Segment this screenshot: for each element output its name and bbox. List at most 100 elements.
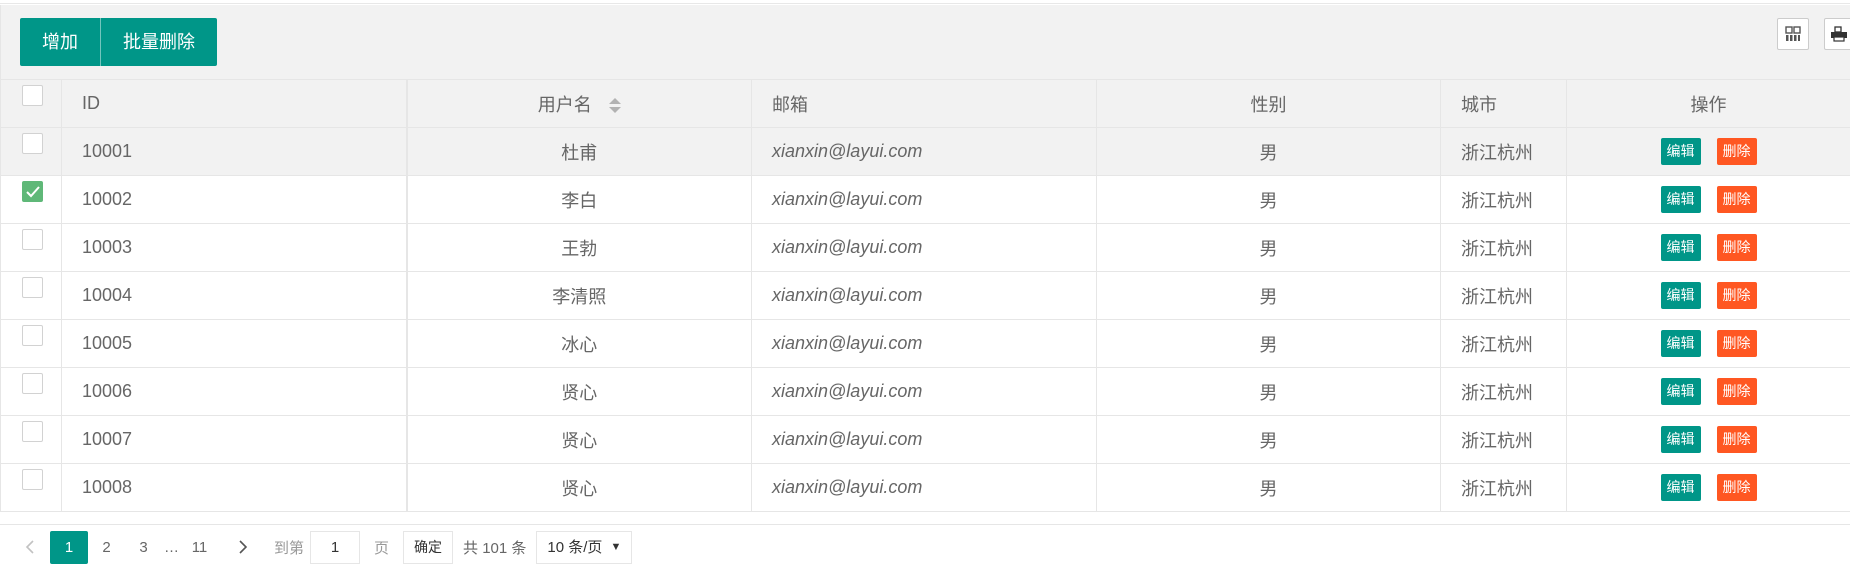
cell-gender: 男 xyxy=(1096,175,1441,224)
cell-username: 贤心 xyxy=(406,367,752,416)
next-page-icon[interactable] xyxy=(218,531,268,564)
cell-id: 10007 xyxy=(61,415,408,464)
page-3[interactable]: 3 xyxy=(125,531,162,564)
row-checkbox[interactable] xyxy=(22,325,43,346)
cell-gender: 男 xyxy=(1096,415,1441,464)
row-checkbox[interactable] xyxy=(22,373,43,394)
batch-delete-button[interactable]: 批量删除 xyxy=(101,18,217,66)
edit-button[interactable]: 编辑 xyxy=(1660,138,1701,165)
cell-id: 10008 xyxy=(61,463,408,512)
header-gender[interactable]: 性别 xyxy=(1096,79,1441,128)
row-checkbox[interactable] xyxy=(22,421,43,442)
print-icon[interactable] xyxy=(1824,18,1850,50)
delete-button[interactable]: 删除 xyxy=(1716,378,1757,405)
page-size-value: 10 条/页 xyxy=(547,538,603,556)
cell-id: 10001 xyxy=(61,127,408,176)
page-ellipsis: … xyxy=(164,538,179,556)
cell-ops: 编辑 删除 xyxy=(1566,463,1850,512)
row-checkbox[interactable] xyxy=(22,133,43,154)
confirm-button[interactable]: 确定 xyxy=(403,530,454,564)
goto-page-input[interactable]: 1 xyxy=(310,530,361,564)
table-row[interactable]: 10004 李清照 xianxin@layui.com 男浙江杭州 编辑 删除 xyxy=(0,271,1850,320)
table-row[interactable]: 10003 王勃 xianxin@layui.com 男浙江杭州 编辑 删除 xyxy=(0,223,1850,272)
delete-button[interactable]: 删除 xyxy=(1716,330,1757,357)
cell-ops: 编辑 删除 xyxy=(1566,367,1850,416)
page-unit-label: 页 xyxy=(374,539,390,557)
page-2[interactable]: 2 xyxy=(88,531,125,564)
edit-button[interactable]: 编辑 xyxy=(1660,282,1701,309)
table-row[interactable]: 10002 李白 xianxin@layui.com 男浙江杭州 编辑 删除 xyxy=(0,175,1850,224)
row-check-cell xyxy=(0,271,62,320)
cell-ops: 编辑 删除 xyxy=(1566,223,1850,272)
cell-email: xianxin@layui.com xyxy=(751,127,1097,176)
edit-button[interactable]: 编辑 xyxy=(1660,378,1701,405)
header-username-label: 用户名 xyxy=(537,94,592,115)
goto-label: 到第 xyxy=(274,539,305,557)
cell-username: 贤心 xyxy=(406,415,752,464)
row-checkbox[interactable] xyxy=(22,277,43,298)
cell-username: 王勃 xyxy=(406,223,752,272)
header-username[interactable]: 用户名 xyxy=(406,79,752,128)
header-city[interactable]: 城市 xyxy=(1440,79,1567,128)
cell-gender: 男 xyxy=(1096,223,1441,272)
delete-button[interactable]: 删除 xyxy=(1716,186,1757,213)
cell-city: 浙江杭州 xyxy=(1440,271,1567,320)
row-check-cell xyxy=(0,127,62,176)
cell-username: 李白 xyxy=(406,175,752,224)
cell-username: 贤心 xyxy=(406,463,752,512)
prev-page-icon[interactable] xyxy=(10,531,50,564)
row-checkbox[interactable] xyxy=(22,229,43,250)
user-table: ID 用户名 邮箱 性别 城市 操作 10001 杜甫 xianxin@layui.… xyxy=(0,79,1850,512)
cell-id: 10002 xyxy=(61,175,408,224)
delete-button[interactable]: 删除 xyxy=(1716,426,1757,453)
row-check-cell xyxy=(0,223,62,272)
table-row[interactable]: 10007 贤心 xianxin@layui.com 男浙江杭州 编辑 删除 xyxy=(0,415,1850,464)
cell-city: 浙江杭州 xyxy=(1440,367,1567,416)
delete-button[interactable]: 删除 xyxy=(1716,474,1757,501)
columns-icon[interactable] xyxy=(1777,18,1809,50)
page-last[interactable]: 11 xyxy=(181,531,218,564)
header-email[interactable]: 邮箱 xyxy=(751,79,1097,128)
header-ops[interactable]: 操作 xyxy=(1566,79,1850,128)
header-id[interactable]: ID xyxy=(61,79,408,128)
cell-city: 浙江杭州 xyxy=(1440,127,1567,176)
cell-gender: 男 xyxy=(1096,271,1441,320)
edit-button[interactable]: 编辑 xyxy=(1660,426,1701,453)
cell-email: xianxin@layui.com xyxy=(751,271,1097,320)
delete-button[interactable]: 删除 xyxy=(1716,282,1757,309)
cell-email: xianxin@layui.com xyxy=(751,223,1097,272)
delete-button[interactable]: 删除 xyxy=(1716,234,1757,261)
row-check-cell xyxy=(0,463,62,512)
cell-id: 10005 xyxy=(61,319,408,368)
cell-email: xianxin@layui.com xyxy=(751,175,1097,224)
table-row[interactable]: 10006 贤心 xianxin@layui.com 男浙江杭州 编辑 删除 xyxy=(0,367,1850,416)
cell-ops: 编辑 删除 xyxy=(1566,319,1850,368)
cell-email: xianxin@layui.com xyxy=(751,463,1097,512)
table-body: 10001 杜甫 xianxin@layui.com 男浙江杭州 编辑 删除 10002 李白… xyxy=(0,127,1850,512)
row-checkbox[interactable] xyxy=(22,469,43,490)
toolbar-button-group: 增加 批量删除 xyxy=(20,18,217,66)
cell-city: 浙江杭州 xyxy=(1440,463,1567,512)
edit-button[interactable]: 编辑 xyxy=(1660,330,1701,357)
edit-button[interactable]: 编辑 xyxy=(1660,186,1701,213)
cell-username: 李清照 xyxy=(406,271,752,320)
table-row[interactable]: 10008 贤心 xianxin@layui.com 男浙江杭州 编辑 删除 xyxy=(0,463,1850,512)
edit-button[interactable]: 编辑 xyxy=(1660,474,1701,501)
table-row[interactable]: 10005 冰心 xianxin@layui.com 男浙江杭州 编辑 删除 xyxy=(0,319,1850,368)
delete-button[interactable]: 删除 xyxy=(1716,138,1757,165)
page-1[interactable]: 1 xyxy=(50,530,88,564)
top-border xyxy=(0,0,1850,4)
select-all-checkbox[interactable] xyxy=(22,85,43,106)
edit-button[interactable]: 编辑 xyxy=(1660,234,1701,261)
page-size-select[interactable]: 10 条/页 ▼ xyxy=(536,530,633,564)
row-checkbox[interactable] xyxy=(22,181,43,202)
cell-id: 10003 xyxy=(61,223,408,272)
header-check-cell xyxy=(0,79,62,128)
add-button[interactable]: 增加 xyxy=(20,18,101,66)
cell-email: xianxin@layui.com xyxy=(751,319,1097,368)
cell-ops: 编辑 删除 xyxy=(1566,415,1850,464)
pagination: 1 2 3 … 11 到第 1 页 确定 共 101 条 10 条/页 ▼ xyxy=(0,524,1850,569)
table-row[interactable]: 10001 杜甫 xianxin@layui.com 男浙江杭州 编辑 删除 xyxy=(0,127,1850,176)
sort-icon[interactable] xyxy=(608,97,621,114)
row-check-cell xyxy=(0,175,62,224)
